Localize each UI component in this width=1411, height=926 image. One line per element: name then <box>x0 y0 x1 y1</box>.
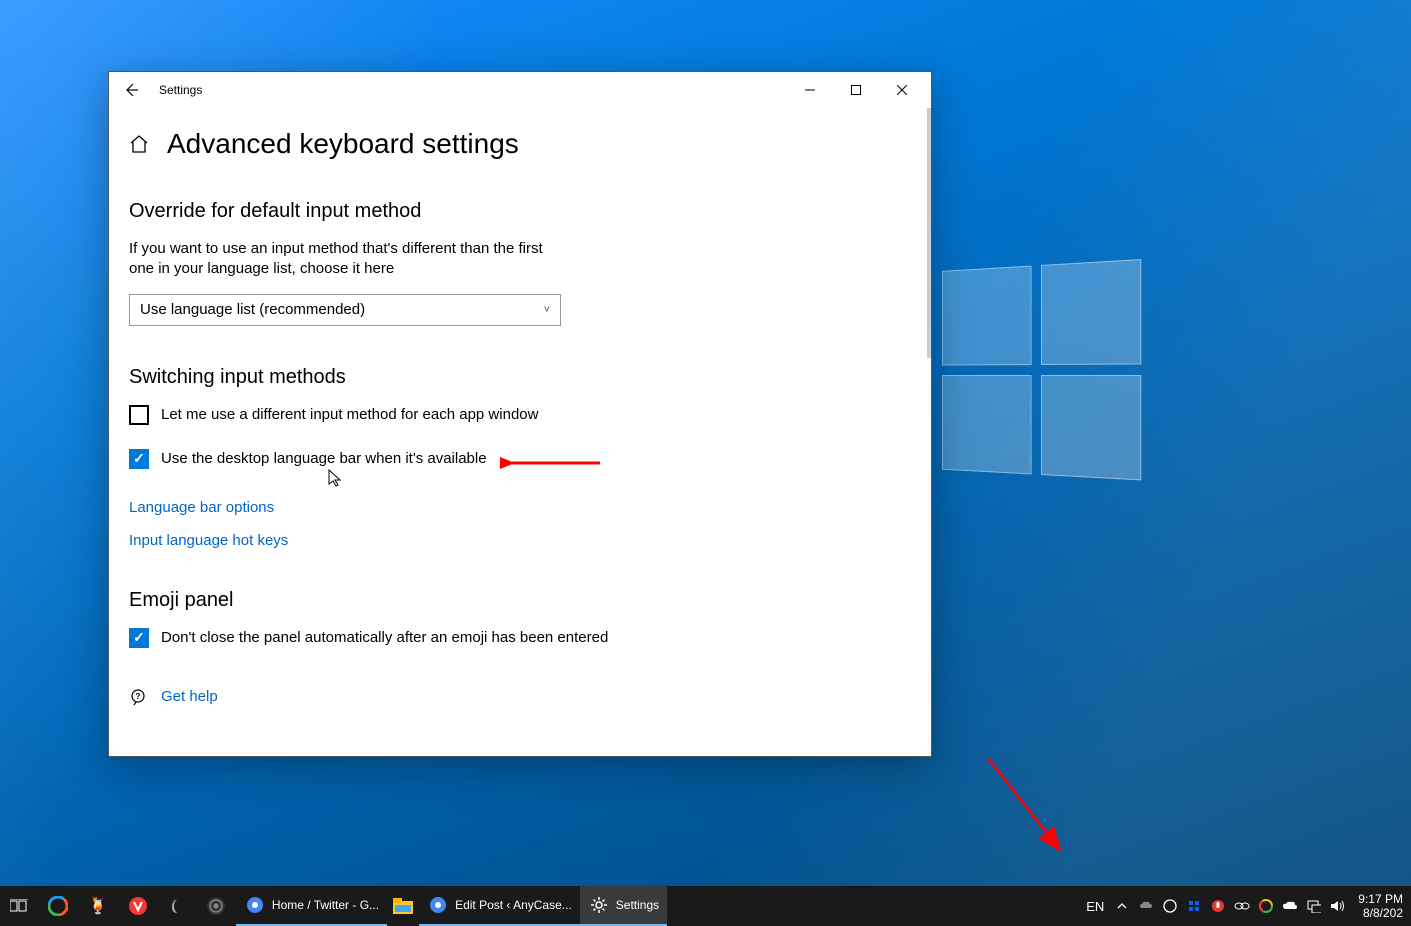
back-button[interactable] <box>115 74 147 106</box>
tray-onedrive-icon[interactable] <box>1134 886 1158 926</box>
windows-logo <box>942 258 1152 491</box>
emoji-panel-close-label: Don't close the panel automatically afte… <box>161 629 608 646</box>
taskbar-app-browser-icon[interactable] <box>38 886 78 926</box>
tray-link-icon[interactable] <box>1230 886 1254 926</box>
taskbar-app-twitter[interactable]: Home / Twitter - G... <box>236 886 387 926</box>
override-description: If you want to use an input method that'… <box>129 239 559 280</box>
taskbar-app-settings[interactable]: Settings <box>580 886 667 926</box>
home-icon[interactable] <box>129 134 149 154</box>
per-app-input-checkbox[interactable] <box>129 405 149 425</box>
taskbar-app-obs-icon[interactable] <box>196 886 236 926</box>
language-indicator[interactable]: EN <box>1080 886 1110 926</box>
window-title: Settings <box>159 83 202 97</box>
tray-network-icon[interactable] <box>1302 886 1326 926</box>
taskbar: 🍹 Home / Twitter - G... Edit Post ‹ AnyC… <box>0 886 1411 926</box>
scrollbar[interactable] <box>927 108 931 756</box>
taskbar-app-label: Edit Post ‹ AnyCase... <box>455 898 572 912</box>
settings-content: Advanced keyboard settings Override for … <box>109 108 931 756</box>
minimize-button[interactable] <box>787 74 833 106</box>
maximize-button[interactable] <box>833 74 879 106</box>
taskbar-app-editpost[interactable]: Edit Post ‹ AnyCase... <box>419 886 580 926</box>
annotation-arrow-1 <box>500 453 610 473</box>
taskbar-clock[interactable]: 9:17 PM 8/8/202 <box>1350 892 1411 921</box>
tray-volume-icon[interactable] <box>1326 886 1350 926</box>
desktop-language-bar-checkbox[interactable] <box>129 449 149 469</box>
switching-heading: Switching input methods <box>129 366 911 389</box>
dropdown-value: Use language list (recommended) <box>140 301 365 318</box>
clock-date: 8/8/202 <box>1358 906 1403 920</box>
gear-icon <box>588 894 610 916</box>
tray-mic-icon[interactable] <box>1206 886 1230 926</box>
language-bar-options-link[interactable]: Language bar options <box>129 499 911 516</box>
system-tray: EN 9:17 PM 8/8/202 <box>1080 886 1411 926</box>
emoji-panel-close-checkbox[interactable] <box>129 628 149 648</box>
override-heading: Override for default input method <box>129 200 911 223</box>
tray-show-hidden-icon[interactable] <box>1110 886 1134 926</box>
taskbar-app-icon-4[interactable] <box>158 886 196 926</box>
input-method-dropdown[interactable]: Use language list (recommended) ˅ <box>129 294 561 326</box>
chrome-icon <box>427 894 449 916</box>
page-title: Advanced keyboard settings <box>167 128 519 160</box>
input-language-hotkeys-link[interactable]: Input language hot keys <box>129 532 911 549</box>
tray-dropbox-icon[interactable] <box>1182 886 1206 926</box>
taskbar-app-label: Settings <box>616 898 659 912</box>
per-app-input-label: Let me use a different input method for … <box>161 406 538 423</box>
desktop-language-bar-label: Use the desktop language bar when it's a… <box>161 450 487 467</box>
settings-window: Settings Advanced keyboard settings Over… <box>108 71 932 757</box>
window-titlebar: Settings <box>109 72 931 108</box>
emoji-heading: Emoji panel <box>129 589 911 612</box>
annotation-arrow-2 <box>980 750 1080 870</box>
taskbar-app-vivaldi-icon[interactable] <box>118 886 158 926</box>
help-icon: ? <box>129 688 147 706</box>
taskbar-app-icon-2[interactable]: 🍹 <box>78 886 118 926</box>
tray-circle-icon[interactable] <box>1158 886 1182 926</box>
taskbar-app-label: Home / Twitter - G... <box>272 898 379 912</box>
tray-cloud-icon[interactable] <box>1278 886 1302 926</box>
task-view-button[interactable] <box>0 886 38 926</box>
tray-chrome-icon[interactable] <box>1254 886 1278 926</box>
svg-text:?: ? <box>136 692 141 701</box>
chrome-icon <box>244 894 266 916</box>
close-button[interactable] <box>879 74 925 106</box>
taskbar-app-explorer-icon[interactable] <box>387 886 419 926</box>
clock-time: 9:17 PM <box>1358 892 1403 906</box>
chevron-down-icon: ˅ <box>544 304 550 316</box>
get-help-link[interactable]: Get help <box>161 688 218 705</box>
